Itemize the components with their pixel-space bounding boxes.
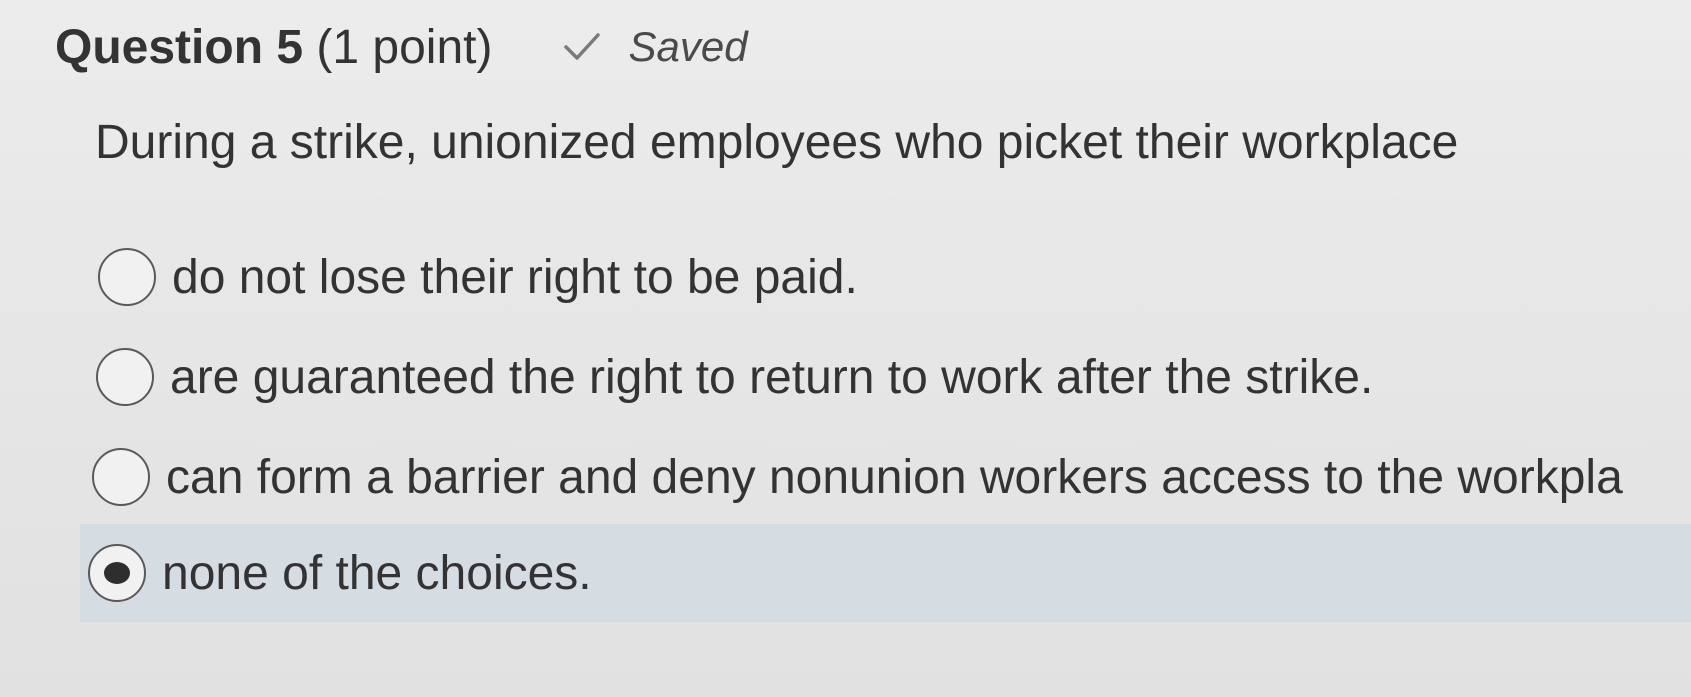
radio-button[interactable] [96, 348, 154, 406]
answer-option-label: can form a barrier and deny nonunion wor… [166, 450, 1623, 504]
answer-option-label: none of the choices. [162, 546, 592, 600]
answer-option-2[interactable]: are guaranteed the right to return to wo… [96, 337, 1373, 417]
radio-button[interactable] [98, 248, 156, 306]
radio-button-selected[interactable] [88, 544, 146, 602]
answer-option-1[interactable]: do not lose their right to be paid. [98, 237, 858, 317]
answer-option-label: do not lose their right to be paid. [172, 250, 858, 304]
quiz-page: Question 5 (1 point) Saved During a stri… [0, 0, 1691, 697]
answer-option-label: are guaranteed the right to return to wo… [170, 350, 1374, 404]
answer-option-3[interactable]: can form a barrier and deny nonunion wor… [92, 437, 1623, 517]
answer-option-4[interactable]: none of the choices. [80, 524, 1691, 622]
radio-selected-dot [104, 562, 130, 584]
radio-button[interactable] [92, 448, 150, 506]
answer-choices: do not lose their right to be paid. are … [0, 0, 1691, 697]
